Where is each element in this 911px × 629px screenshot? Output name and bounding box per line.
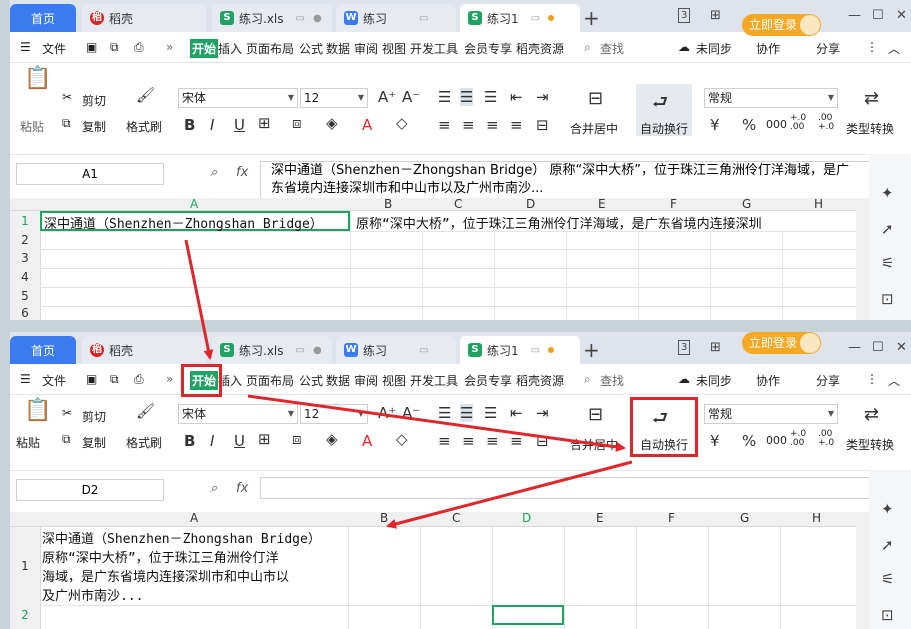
arrow-to-wrap	[247, 394, 626, 452]
arrow-to-start	[184, 239, 214, 360]
arrow-to-result	[386, 460, 633, 529]
annotation-arrows	[184, 239, 633, 529]
